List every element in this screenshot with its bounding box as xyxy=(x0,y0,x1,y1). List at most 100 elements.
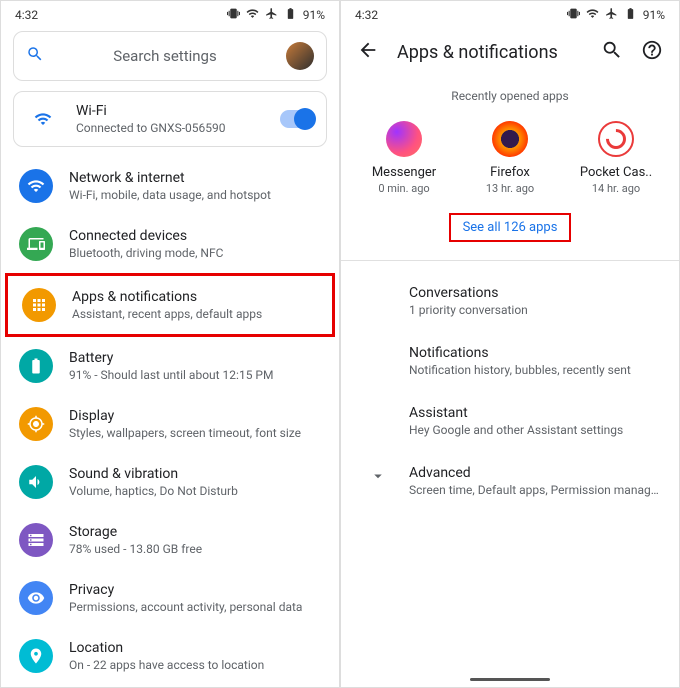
wifi-title: Wi-Fi xyxy=(76,103,280,119)
item-title: Connected devices xyxy=(69,228,321,244)
section-title: Assistant xyxy=(409,405,659,421)
item-title: Location xyxy=(69,640,321,656)
battery-icon xyxy=(284,7,297,23)
battery-percent: 91% xyxy=(303,8,325,22)
item-sub: Styles, wallpapers, screen timeout, font… xyxy=(69,426,321,440)
search-icon xyxy=(26,45,44,67)
location-icon xyxy=(19,639,53,673)
see-all-apps-button[interactable]: See all 126 apps xyxy=(449,213,572,242)
wifi-icon xyxy=(586,7,599,23)
pocketcasts-icon xyxy=(598,121,634,157)
settings-item-privacy[interactable]: Privacy Permissions, account activity, pe… xyxy=(5,569,335,627)
item-sub: 91% - Should last until about 12:15 PM xyxy=(69,368,321,382)
search-placeholder: Search settings xyxy=(44,47,286,65)
settings-item-wifi[interactable]: Network & internet Wi-Fi, mobile, data us… xyxy=(5,157,335,215)
item-title: Network & internet xyxy=(69,170,321,186)
battery-icon xyxy=(19,349,53,383)
settings-item-sound[interactable]: Sound & vibration Volume, haptics, Do Not… xyxy=(5,453,335,511)
help-button[interactable] xyxy=(641,39,663,65)
recent-app-messenger[interactable]: Messenger 0 min. ago xyxy=(354,121,454,195)
item-title: Display xyxy=(69,408,321,424)
recent-apps-label: Recently opened apps xyxy=(341,89,679,103)
expand-icon xyxy=(369,467,387,489)
status-bar: 4:32 91% xyxy=(341,1,679,25)
wifi-toggle[interactable] xyxy=(280,110,314,128)
item-title: Sound & vibration xyxy=(69,466,321,482)
section-sub: 1 priority conversation xyxy=(409,303,659,317)
nav-indicator[interactable] xyxy=(470,678,550,681)
item-sub: Volume, haptics, Do Not Disturb xyxy=(69,484,321,498)
battery-icon xyxy=(624,7,637,23)
settings-item-devices[interactable]: Connected devices Bluetooth, driving mode… xyxy=(5,215,335,273)
sections-list: Conversations 1 priority conversation Noti… xyxy=(341,261,679,521)
section-sub: Notification history, bubbles, recently … xyxy=(409,363,659,377)
settings-item-battery[interactable]: Battery 91% - Should last until about 12:… xyxy=(5,337,335,395)
back-button[interactable] xyxy=(357,39,379,65)
wifi-sub: Connected to GNXS-056590 xyxy=(76,121,280,135)
page-header: Apps & notifications xyxy=(341,25,679,79)
apps-notifications-screen: 4:32 91% Apps & notifications Recently o… xyxy=(340,0,680,688)
wifi-icon xyxy=(19,169,53,203)
item-sub: Bluetooth, driving mode, NFC xyxy=(69,246,321,260)
section-notifications[interactable]: Notifications Notification history, bubbl… xyxy=(341,331,679,391)
recent-app-pocketcasts[interactable]: Pocket Cas.. 14 hr. ago xyxy=(566,121,666,195)
section-title: Conversations xyxy=(409,285,659,301)
section-title: Advanced xyxy=(409,465,659,481)
search-button[interactable] xyxy=(601,39,623,65)
item-sub: Wi-Fi, mobile, data usage, and hotspot xyxy=(69,188,321,202)
settings-item-storage[interactable]: Storage 78% used - 13.80 GB free xyxy=(5,511,335,569)
search-settings[interactable]: Search settings xyxy=(13,31,327,81)
item-sub: 78% used - 13.80 GB free xyxy=(69,542,321,556)
clock: 4:32 xyxy=(15,8,38,22)
airplane-icon xyxy=(605,7,618,23)
app-time: 14 hr. ago xyxy=(566,182,666,195)
clock: 4:32 xyxy=(355,8,378,22)
wifi-quick-card[interactable]: Wi-Fi Connected to GNXS-056590 xyxy=(13,91,327,147)
battery-percent: 91% xyxy=(643,8,665,22)
recent-app-firefox[interactable]: Firefox 13 hr. ago xyxy=(460,121,560,195)
item-sub: On - 22 apps have access to location xyxy=(69,658,321,672)
settings-item-display[interactable]: Display Styles, wallpapers, screen timeou… xyxy=(5,395,335,453)
item-title: Apps & notifications xyxy=(72,289,318,305)
page-title: Apps & notifications xyxy=(397,42,583,63)
wifi-card-icon xyxy=(26,102,60,136)
section-advanced[interactable]: Advanced Screen time, Default apps, Permi… xyxy=(341,451,679,511)
recent-apps-row: Messenger 0 min. ago Firefox 13 hr. ago … xyxy=(341,121,679,195)
status-icons: 91% xyxy=(567,7,665,23)
section-conversations[interactable]: Conversations 1 priority conversation xyxy=(341,271,679,331)
vibrate-icon xyxy=(227,7,240,23)
item-sub: Permissions, account activity, personal … xyxy=(69,600,321,614)
settings-main-screen: 4:32 91% Search settings Wi-Fi Connected… xyxy=(0,0,340,688)
app-time: 13 hr. ago xyxy=(460,182,560,195)
airplane-icon xyxy=(265,7,278,23)
section-title: Notifications xyxy=(409,345,659,361)
wifi-card-text: Wi-Fi Connected to GNXS-056590 xyxy=(76,103,280,135)
profile-avatar[interactable] xyxy=(286,42,314,70)
app-name: Messenger xyxy=(354,165,454,180)
app-time: 0 min. ago xyxy=(354,182,454,195)
item-sub: Assistant, recent apps, default apps xyxy=(72,307,318,321)
apps-icon xyxy=(22,288,56,322)
app-name: Pocket Cas.. xyxy=(566,165,666,180)
settings-item-location[interactable]: Location On - 22 apps have access to loca… xyxy=(5,627,335,685)
section-sub: Screen time, Default apps, Permission ma… xyxy=(409,483,659,497)
vibrate-icon xyxy=(567,7,580,23)
see-all-wrap: See all 126 apps xyxy=(341,213,679,242)
item-title: Battery xyxy=(69,350,321,366)
sound-icon xyxy=(19,465,53,499)
section-assistant[interactable]: Assistant Hey Google and other Assistant … xyxy=(341,391,679,451)
section-sub: Hey Google and other Assistant settings xyxy=(409,423,659,437)
app-name: Firefox xyxy=(460,165,560,180)
status-bar: 4:32 91% xyxy=(1,1,339,25)
display-icon xyxy=(19,407,53,441)
settings-item-apps[interactable]: Apps & notifications Assistant, recent ap… xyxy=(5,273,335,337)
storage-icon xyxy=(19,523,53,557)
settings-list: Network & internet Wi-Fi, mobile, data us… xyxy=(1,157,339,688)
devices-icon xyxy=(19,227,53,261)
item-title: Privacy xyxy=(69,582,321,598)
status-icons: 91% xyxy=(227,7,325,23)
firefox-icon xyxy=(492,121,528,157)
privacy-icon xyxy=(19,581,53,615)
item-title: Storage xyxy=(69,524,321,540)
messenger-icon xyxy=(386,121,422,157)
